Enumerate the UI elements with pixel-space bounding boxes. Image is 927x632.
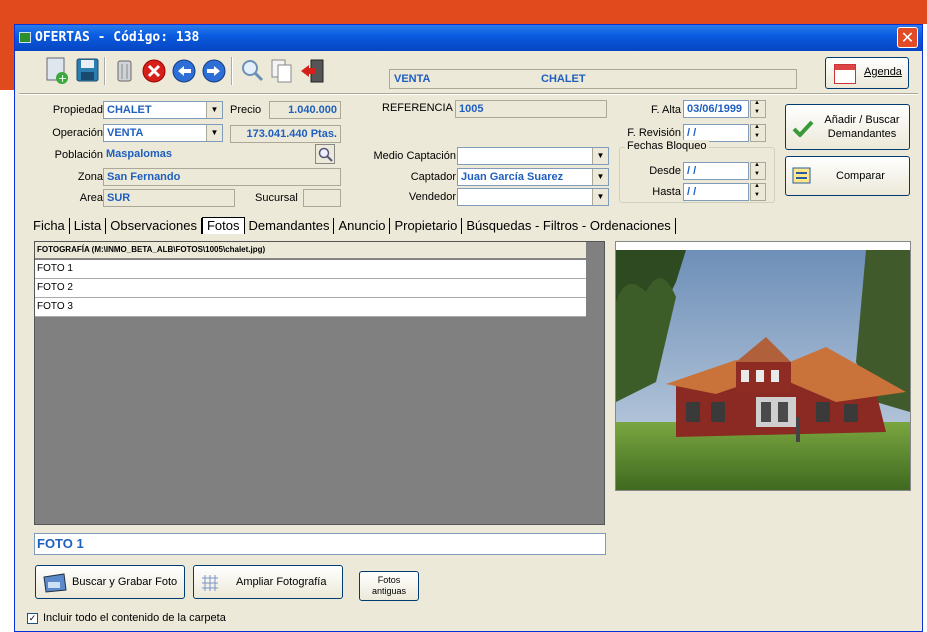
- medio-captacion-select[interactable]: ▼: [457, 147, 609, 165]
- chevron-down-icon[interactable]: ▼: [206, 125, 222, 141]
- referencia-label: REFERENCIA: [382, 102, 453, 114]
- captador-select[interactable]: Juan García Suarez ▼: [457, 168, 609, 186]
- window-icon: [19, 32, 31, 43]
- chalet-photo: [616, 242, 910, 490]
- poblacion-field[interactable]: Maspalomas: [103, 146, 303, 164]
- ptas-field: 173.041.440 Ptas.: [230, 125, 341, 143]
- list-icon: [792, 167, 811, 184]
- f-revision-spinner[interactable]: [750, 124, 766, 142]
- search-icon[interactable]: [237, 55, 267, 87]
- agenda-label: Agenda: [864, 66, 902, 78]
- poblacion-label: Población: [54, 149, 103, 161]
- hasta-field[interactable]: / /: [683, 183, 749, 201]
- hasta-label: Hasta: [652, 186, 681, 198]
- save-icon[interactable]: [72, 55, 102, 87]
- f-alta-field[interactable]: 03/06/1999: [683, 100, 749, 118]
- desde-spinner[interactable]: [750, 162, 766, 180]
- propiedad-label: Propiedad: [52, 104, 103, 116]
- captador-label: Captador: [410, 171, 456, 183]
- tab-strip: Ficha Lista Observaciones Fotos Demandantes A…: [29, 217, 676, 237]
- svg-text:+: +: [58, 72, 67, 85]
- operation-banner: VENTA CHALET: [389, 69, 797, 89]
- chevron-down-icon[interactable]: ▼: [592, 169, 608, 185]
- include-folder-label: Incluir todo el contenido de la carpeta: [43, 612, 226, 624]
- table-row[interactable]: FOTO 2: [35, 279, 586, 298]
- cancel-icon[interactable]: [139, 55, 169, 87]
- fechas-bloqueo-label: Fechas Bloqueo: [625, 140, 709, 152]
- grid-icon: [202, 575, 218, 591]
- poblacion-search-button[interactable]: [315, 144, 335, 164]
- calendar-icon: [834, 64, 856, 84]
- left-accent-bar: [0, 24, 14, 90]
- vendedor-label: Vendedor: [408, 191, 456, 203]
- new-record-icon[interactable]: +: [41, 55, 71, 87]
- window-title: OFERTAS - Código: 138: [35, 30, 200, 45]
- photo-preview: [615, 241, 911, 491]
- copy-icon[interactable]: [267, 55, 297, 87]
- buscar-grabar-foto-button[interactable]: Buscar y Grabar Foto: [35, 565, 185, 599]
- chevron-down-icon[interactable]: ▼: [206, 102, 222, 118]
- checkmark-icon: [792, 120, 814, 137]
- operacion-label: Operación: [52, 127, 103, 139]
- close-button[interactable]: ✕: [897, 27, 918, 48]
- zona-field[interactable]: San Fernando: [103, 168, 341, 186]
- photo-caption-field[interactable]: FOTO 1: [34, 533, 606, 555]
- operacion-select[interactable]: VENTA ▼: [103, 124, 223, 142]
- photo-grid[interactable]: FOTOGRAFÍA (M:\INMO_BETA_ALB\FOTOS\1005\…: [34, 241, 605, 525]
- hasta-spinner[interactable]: [750, 183, 766, 201]
- precio-label: Precio: [230, 104, 262, 116]
- tab-propietario[interactable]: Propietario: [390, 218, 463, 234]
- desde-field[interactable]: / /: [683, 162, 749, 180]
- fotos-antiguas-button[interactable]: Fotos antiguas: [359, 571, 419, 601]
- f-alta-label: F. Alta: [651, 104, 681, 116]
- precio-field[interactable]: 1.040.000: [269, 101, 341, 119]
- desde-label: Desde: [649, 165, 681, 177]
- zona-label: Zona: [77, 171, 103, 183]
- previous-icon[interactable]: [169, 55, 199, 87]
- vendedor-select[interactable]: ▼: [457, 188, 609, 206]
- agenda-button[interactable]: Agenda: [825, 57, 909, 89]
- ofertas-window: OFERTAS - Código: 138 ✕ + VENTA CHALET A…: [14, 24, 923, 632]
- top-accent-bar: [0, 0, 927, 24]
- include-folder-checkbox[interactable]: ✓: [27, 613, 38, 624]
- table-row[interactable]: FOTO 1: [35, 260, 586, 279]
- chevron-down-icon[interactable]: ▼: [592, 189, 608, 205]
- exit-icon[interactable]: [297, 55, 327, 87]
- tab-observaciones[interactable]: Observaciones: [106, 218, 202, 234]
- f-alta-spinner[interactable]: [750, 100, 766, 118]
- propiedad-select[interactable]: CHALET ▼: [103, 101, 223, 119]
- sucursal-field[interactable]: [303, 189, 341, 207]
- f-revision-label: F. Revisión: [627, 127, 681, 139]
- tab-fotos[interactable]: Fotos: [201, 217, 245, 234]
- area-field[interactable]: SUR: [103, 189, 235, 207]
- tab-lista[interactable]: Lista: [70, 218, 107, 234]
- banner-operacion: VENTA: [394, 73, 431, 85]
- next-icon[interactable]: [199, 55, 229, 87]
- tab-busquedas[interactable]: Búsquedas - Filtros - Ordenaciones: [462, 218, 676, 234]
- trash-icon[interactable]: [109, 55, 139, 87]
- ampliar-fotografia-button[interactable]: Ampliar Fotografía: [193, 565, 343, 599]
- banner-propiedad: CHALET: [541, 73, 586, 85]
- area-label: Area: [79, 192, 103, 204]
- photo-grid-header: FOTOGRAFÍA (M:\INMO_BETA_ALB\FOTOS\1005\…: [35, 242, 586, 259]
- tab-anuncio[interactable]: Anuncio: [334, 218, 391, 234]
- sucursal-label: Sucursal: [255, 192, 298, 204]
- table-row[interactable]: FOTO 3: [35, 298, 586, 317]
- referencia-field[interactable]: 1005: [455, 100, 607, 118]
- tab-ficha[interactable]: Ficha: [29, 218, 70, 234]
- photo-search-icon: [43, 573, 67, 593]
- comparar-button[interactable]: Comparar: [785, 156, 910, 196]
- title-bar[interactable]: OFERTAS - Código: 138 ✕: [15, 25, 922, 51]
- anadir-buscar-demandantes-button[interactable]: Añadir / Buscar Demandantes: [785, 104, 910, 150]
- tab-demandantes[interactable]: Demandantes: [245, 218, 335, 234]
- medio-captacion-label: Medio Captación: [373, 150, 456, 162]
- chevron-down-icon[interactable]: ▼: [592, 148, 608, 164]
